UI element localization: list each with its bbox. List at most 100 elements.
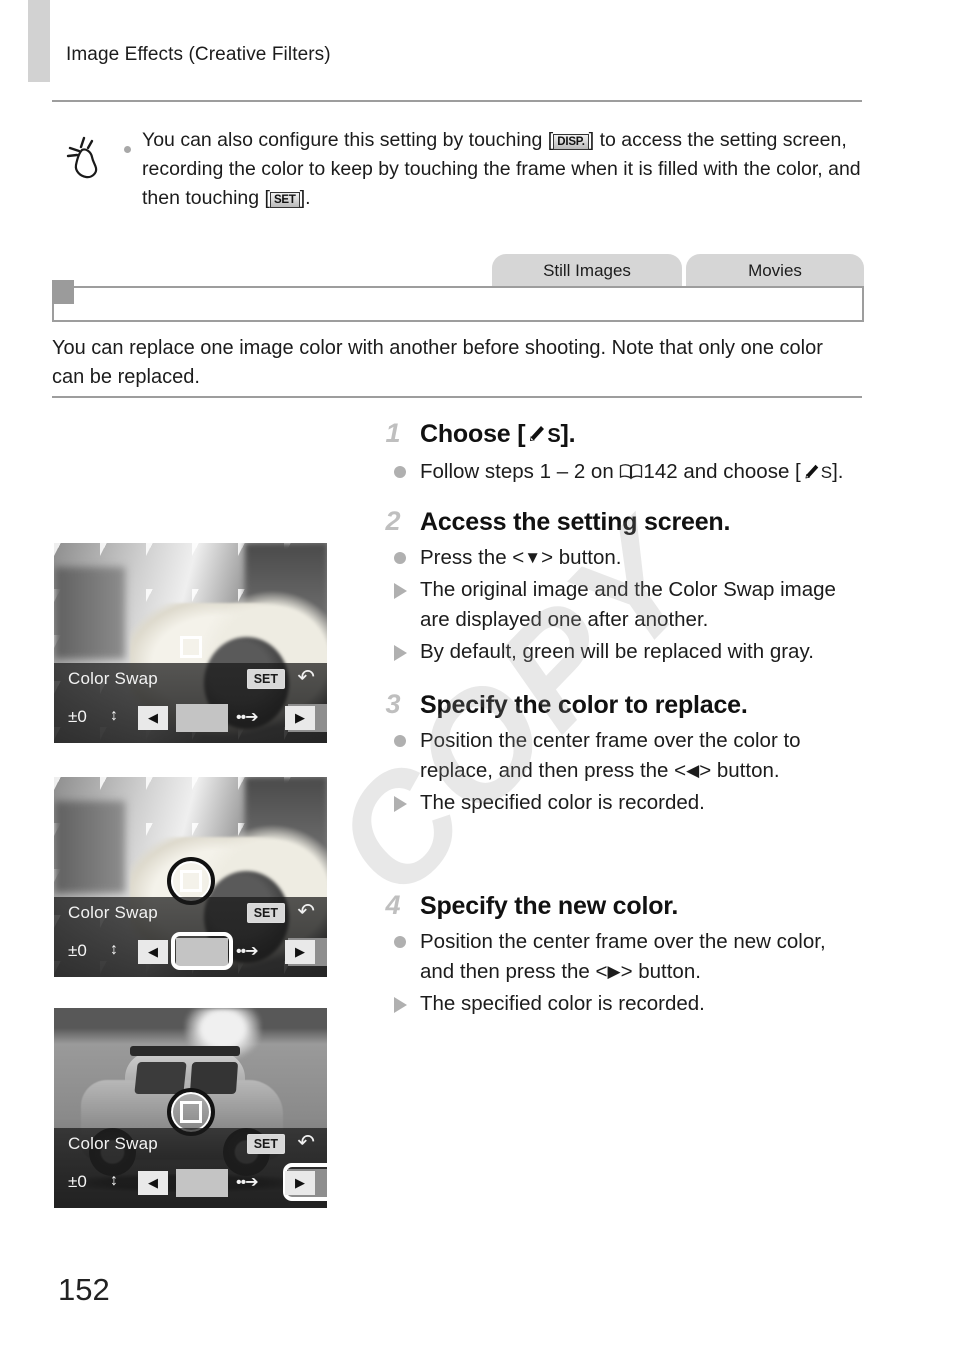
- step-2-item-1-before: Press the <: [420, 546, 525, 569]
- step-2-item-1-after: > button.: [541, 546, 622, 569]
- swap-arrow-icon: ••➔: [236, 943, 259, 960]
- up-down-icon: ↕: [110, 941, 118, 958]
- step-3-heading: Specify the color to replace.: [420, 691, 748, 719]
- center-af-frame: [179, 870, 202, 892]
- car-roof-rack: [130, 1046, 240, 1056]
- color-swap-icon: [530, 426, 545, 441]
- step-1-number: 1: [385, 418, 401, 448]
- intro-rule: [52, 396, 862, 398]
- set-button-icon: SET: [246, 1134, 285, 1154]
- car-window-front: [134, 1062, 187, 1094]
- step-3-item-1: Position the center frame over the color…: [388, 726, 856, 786]
- step-3-item-1-text: Position the center frame over the color…: [420, 726, 856, 786]
- step-1-items: Follow steps 1 – 2 on 142 and choose [S]…: [388, 457, 856, 488]
- exposure-value: ±0: [68, 941, 87, 960]
- source-color-swatch: [176, 1169, 228, 1197]
- step-3-items: Position the center frame over the color…: [388, 726, 856, 818]
- step-4-item-1-text: Position the center frame over the new c…: [420, 927, 856, 987]
- chapter-edge-tab: [28, 0, 50, 82]
- center-af-frame: [179, 636, 202, 658]
- step-4-number: 4: [385, 890, 401, 920]
- camera-screenshot-1: Color Swap SET ↶ ±0 ↕ ◀ ••➔ ▶: [54, 543, 327, 743]
- steps-list: 1 Choose [S]. Follow steps 1 – 2 on 142 …: [376, 418, 856, 1023]
- step-2: 2 Access the setting screen. Press the <…: [376, 506, 856, 667]
- touch-hand-icon: [62, 134, 108, 182]
- up-down-icon: ↕: [110, 707, 118, 724]
- book-icon: [620, 464, 643, 480]
- step-2-item-3: By default, green will be replaced with …: [388, 637, 856, 667]
- step-1-heading-prefix: Choose [: [420, 420, 526, 448]
- step-4-item-1-after: > button.: [620, 960, 701, 983]
- back-arrow-icon: ↶: [297, 666, 315, 689]
- manual-page: Image Effects (Creative Filters) You can…: [0, 0, 954, 1345]
- running-header: Image Effects (Creative Filters): [66, 44, 331, 65]
- scene-blur-left: [54, 567, 125, 659]
- section-marker-icon: [52, 280, 74, 304]
- osd-title: Color Swap: [68, 669, 158, 688]
- left-arrow-button: ◀: [138, 940, 168, 964]
- step-4-item-1: Position the center frame over the new c…: [388, 927, 856, 987]
- step-2-items: Press the <▼> button. The original image…: [388, 543, 856, 667]
- exposure-value: ±0: [68, 707, 87, 726]
- bullet-dot-icon: [394, 466, 406, 478]
- osd-bar-1: Color Swap SET ↶ ±0 ↕ ◀ ••➔ ▶: [54, 663, 327, 743]
- step-4: 4 Specify the new color. Position the ce…: [376, 890, 856, 1019]
- step-2-item-1: Press the <▼> button.: [388, 543, 856, 573]
- result-triangle-icon: [394, 796, 407, 812]
- down-arrow-icon: ▼: [524, 548, 542, 567]
- step-1-page-ref: 142: [643, 460, 678, 483]
- step-3-item-2: The specified color is recorded.: [388, 788, 856, 818]
- result-triangle-icon: [394, 997, 407, 1013]
- scene-blur-left: [54, 801, 125, 893]
- camera-screenshot-2: Color Swap SET ↶ ±0 ↕ ◀ ••➔ ▶: [54, 777, 327, 977]
- step-1-item-1-text: Follow steps 1 – 2 on 142 and choose [S]…: [420, 457, 856, 488]
- left-arrow-button: ◀: [138, 1171, 168, 1195]
- page-number: 152: [58, 1272, 110, 1307]
- camera-screenshot-3: Color Swap SET ↶ ±0 ↕ ◀ ••➔ ▶: [54, 1008, 327, 1208]
- source-swatch-highlight: [171, 932, 233, 970]
- osd-title: Color Swap: [68, 1134, 158, 1153]
- osd-title: Color Swap: [68, 903, 158, 922]
- result-triangle-icon: [394, 645, 407, 661]
- bullet-dot-icon: [394, 735, 406, 747]
- tab-still-images: Still Images: [492, 254, 682, 288]
- step-1-heading-suffix: ].: [560, 420, 576, 448]
- step-1-item-1-sub: S: [820, 463, 833, 482]
- right-arrow-button: ▶: [285, 706, 315, 730]
- step-4-items: Position the center frame over the new c…: [388, 927, 856, 1019]
- disp-button-icon: DISP.: [553, 134, 589, 150]
- step-1-item-1-end: ].: [832, 460, 844, 483]
- center-af-frame: [179, 1101, 202, 1123]
- osd-bar-3: Color Swap SET ↶ ±0 ↕ ◀ ••➔ ▶: [54, 1128, 327, 1208]
- set-button-icon: SET: [246, 903, 285, 923]
- back-arrow-icon: ↶: [297, 1131, 315, 1154]
- bullet-dot-icon: [394, 936, 406, 948]
- set-button-icon: SET: [246, 669, 285, 689]
- osd-controls-row: ±0 ↕ ◀ ••➔ ▶: [54, 702, 327, 738]
- swap-arrow-icon: ••➔: [236, 1174, 259, 1191]
- step-4-item-2: The specified color is recorded.: [388, 989, 856, 1019]
- step-2-item-2: The original image and the Color Swap im…: [388, 575, 856, 635]
- up-down-icon: ↕: [110, 1172, 118, 1189]
- step-2-heading: Access the setting screen.: [420, 508, 731, 536]
- step-2-item-1-text: Press the <▼> button.: [420, 543, 856, 573]
- mode-tabs: Still Images Movies: [52, 254, 864, 288]
- osd-controls-row: ±0 ↕ ◀ ••➔ ▶: [54, 1163, 327, 1203]
- source-color-swatch: [176, 704, 228, 732]
- right-arrow-button: ▶: [285, 1171, 315, 1195]
- step-3-item-2-text: The specified color is recorded.: [420, 791, 705, 814]
- left-arrow-icon: ◀: [686, 761, 700, 780]
- step-4-heading: Specify the new color.: [420, 892, 679, 920]
- back-arrow-icon: ↶: [297, 900, 315, 923]
- bullet-dot-icon: [394, 552, 406, 564]
- step-4-item-2-text: The specified color is recorded.: [420, 992, 705, 1015]
- tab-movies: Movies: [686, 254, 864, 288]
- step-1-heading: Choose [S].: [420, 418, 856, 452]
- step-1: 1 Choose [S]. Follow steps 1 – 2 on 142 …: [376, 418, 856, 488]
- step-1-item-1: Follow steps 1 – 2 on 142 and choose [S]…: [388, 457, 856, 488]
- section-intro: You can replace one image color with ano…: [52, 337, 823, 388]
- step-1-item-1-after: and choose [: [677, 460, 801, 483]
- osd-bar-2: Color Swap SET ↶ ±0 ↕ ◀ ••➔ ▶: [54, 897, 327, 977]
- step-2-item-3-text: By default, green will be replaced with …: [420, 640, 814, 663]
- left-arrow-button: ◀: [138, 706, 168, 730]
